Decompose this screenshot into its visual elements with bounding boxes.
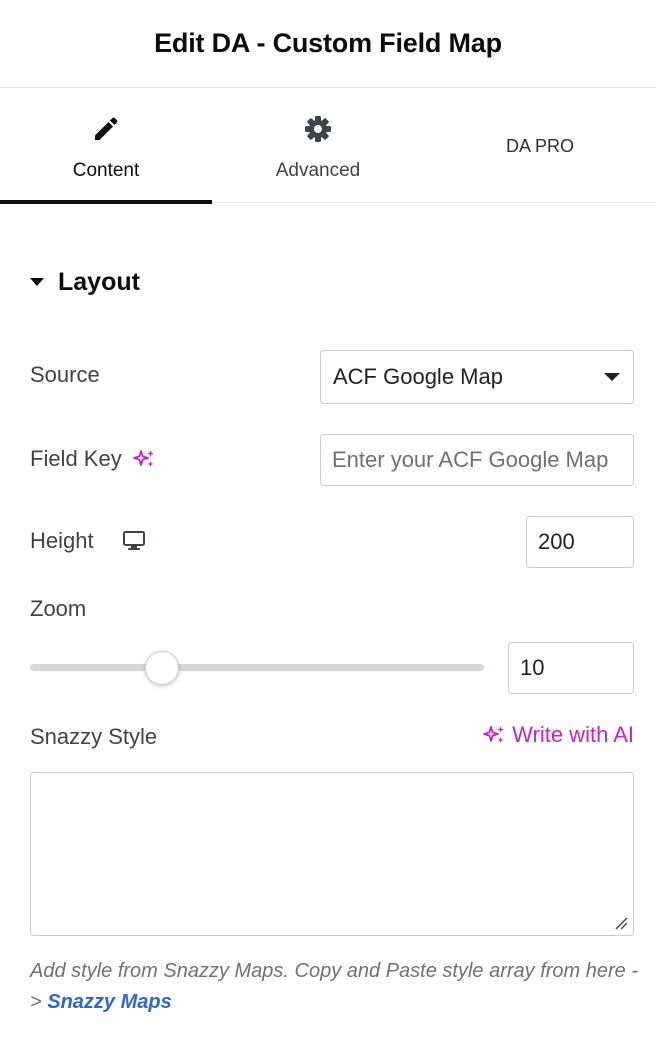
field-key-input[interactable]	[320, 434, 634, 486]
tab-advanced-label: Advanced	[275, 160, 361, 181]
snazzy-style-textarea[interactable]	[30, 772, 634, 936]
zoom-input[interactable]	[508, 642, 634, 694]
source-select-value: ACF Google Map	[333, 364, 503, 389]
snazzy-maps-link[interactable]: Snazzy Maps	[47, 991, 171, 1013]
field-key-label-row: Field Key	[30, 446, 156, 472]
height-input[interactable]	[526, 516, 634, 568]
write-with-ai-label: Write with AI	[512, 722, 634, 747]
panel-title: Edit DA - Custom Field Map	[154, 28, 502, 58]
pencil-icon	[0, 114, 212, 144]
snazzy-style-label: Snazzy Style	[30, 724, 158, 749]
field-key-label: Field Key	[30, 446, 122, 471]
source-select[interactable]: ACF Google Map	[320, 350, 634, 404]
section-title: Layout	[58, 267, 140, 296]
write-with-ai-button[interactable]: Write with AI	[482, 722, 634, 748]
ai-sparkle-icon[interactable]	[132, 447, 156, 471]
tab-da-pro[interactable]: DA PRO	[424, 88, 656, 203]
panel-header: Edit DA - Custom Field Map	[0, 0, 656, 88]
tab-bar: Content Advanced DA PRO	[0, 88, 656, 204]
active-tab-indicator	[0, 200, 212, 204]
tab-content-label: Content	[72, 160, 140, 181]
zoom-slider-track	[30, 664, 484, 671]
tab-da-pro-label: DA PRO	[505, 136, 575, 156]
height-label: Height	[30, 528, 94, 553]
ai-sparkle-icon	[483, 726, 505, 743]
zoom-label: Zoom	[30, 596, 87, 621]
source-label: Source	[30, 362, 100, 387]
layout-section-toggle[interactable]: Layout	[30, 264, 140, 300]
desktop-icon[interactable]	[122, 530, 146, 552]
snazzy-help-text: Add style from Snazzy Maps. Copy and Pas…	[30, 956, 640, 1018]
tab-advanced[interactable]: Advanced	[212, 88, 424, 203]
chevron-down-icon	[604, 373, 620, 381]
gear-icon	[212, 114, 424, 144]
resize-grip-icon[interactable]	[614, 916, 628, 930]
height-label-row: Height	[30, 528, 146, 554]
tab-content[interactable]: Content	[0, 88, 212, 204]
zoom-slider-handle[interactable]	[145, 651, 179, 685]
caret-down-icon	[30, 278, 44, 286]
zoom-slider[interactable]	[30, 649, 484, 687]
